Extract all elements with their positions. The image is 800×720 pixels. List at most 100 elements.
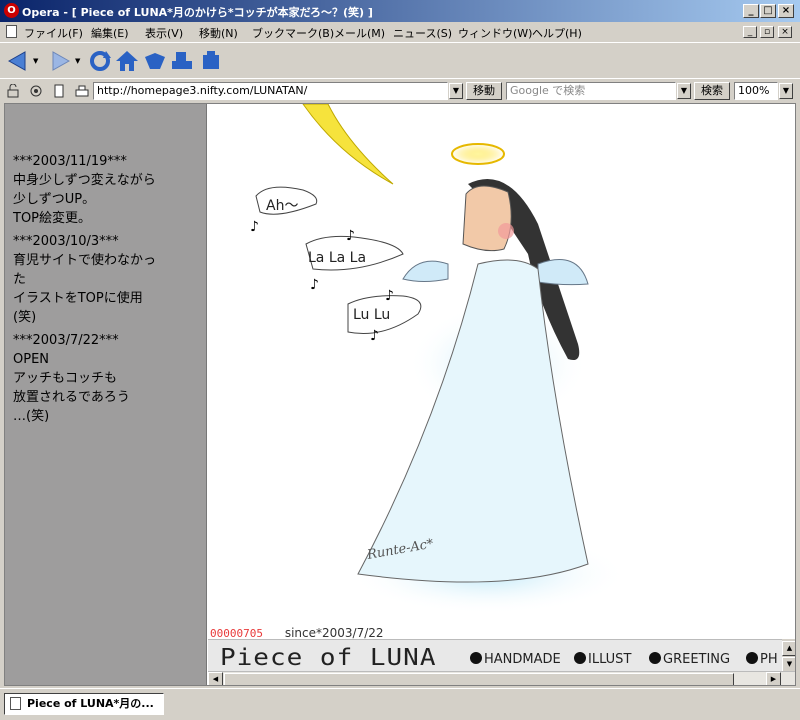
opera-icon: O	[4, 3, 19, 18]
tab-bar: Piece of LUNA*月の...	[0, 688, 800, 720]
menu-news[interactable]: ニュース(S)	[393, 25, 452, 41]
back-icon[interactable]	[6, 49, 30, 73]
news-date: ***2003/11/19***	[13, 154, 127, 169]
horizontal-scrollbar[interactable]: ◀ ▶	[208, 671, 795, 685]
printer-small-icon[interactable]	[75, 84, 89, 98]
menu-file[interactable]: ファイル(F)	[24, 25, 83, 41]
nav-label: HANDMADE	[484, 652, 561, 667]
minimize-button[interactable]: _	[743, 4, 759, 18]
title-bar: O Opera - [ Piece of LUNA*月のかけら*コッチが本家だろ…	[0, 0, 800, 22]
scroll-right-icon[interactable]: ▶	[766, 672, 781, 685]
scroll-left-icon[interactable]: ◀	[208, 672, 223, 685]
nav-illust[interactable]: ILLUST	[574, 652, 631, 667]
close-button[interactable]: ×	[778, 4, 794, 18]
site-logo: Piece of LUNA	[220, 644, 437, 672]
cheek-shape	[498, 223, 514, 239]
address-dropdown-icon[interactable]: ▼	[449, 83, 463, 99]
news-line: イラストをTOPに使用	[13, 291, 143, 306]
bullet-icon	[746, 652, 758, 664]
page-viewport: ***2003/11/19*** 中身少しずつ変えながら 少しずつUP。 TOP…	[4, 103, 796, 686]
news-list: ***2003/11/19*** 中身少しずつ変えながら 少しずつUP。 TOP…	[13, 148, 203, 426]
print-icon[interactable]	[170, 49, 194, 73]
nav-label: GREETING	[663, 652, 731, 667]
mdi-restore-button[interactable]: ▫	[760, 26, 774, 38]
maximize-button[interactable]: □	[760, 4, 776, 18]
right-wing	[537, 259, 589, 286]
search-engine-dropdown-icon[interactable]: ▼	[677, 83, 691, 99]
footer-navigation: Piece of LUNA HANDMADE ILLUST GREETING P…	[208, 639, 782, 673]
edit-icon[interactable]	[199, 49, 223, 73]
angel-illustration: Ah～ La La La Lu Lu ♪ ♪ ♪ ♪ ♪ Runte-Ac*	[250, 104, 628, 614]
nav-greeting[interactable]: GREETING	[649, 652, 730, 667]
music-note-icon: ♪	[310, 277, 319, 293]
news-line: アッチもコッチも	[13, 371, 118, 386]
since-date: since*2003/7/22	[284, 626, 384, 640]
news-date: ***2003/10/3***	[13, 234, 119, 249]
reload-icon[interactable]	[88, 49, 112, 73]
mdi-close-button[interactable]: ×	[778, 26, 792, 38]
mdi-minimize-button[interactable]: _	[743, 26, 757, 38]
news-line: 放置されるであろう	[13, 390, 130, 405]
new-page-icon[interactable]	[52, 84, 66, 98]
zoom-dropdown-icon[interactable]: ▼	[779, 83, 793, 99]
bullet-icon	[574, 652, 586, 664]
news-line: …(笑)	[13, 409, 50, 424]
music-note-icon: ♪	[370, 328, 379, 344]
go-button[interactable]: 移動	[466, 82, 502, 100]
nav-label: ILLUST	[588, 652, 632, 667]
news-line: OPEN	[13, 352, 50, 367]
main-frame: Ah～ La La La Lu Lu ♪ ♪ ♪ ♪ ♪ Runte-Ac* 0…	[208, 104, 795, 685]
address-input[interactable]: http://homepage3.nifty.com/LUNATAN/	[93, 82, 448, 100]
sidebar-frame: ***2003/11/19*** 中身少しずつ変えながら 少しずつUP。 TOP…	[5, 104, 207, 685]
search-input[interactable]: Google で検索	[506, 82, 676, 100]
menu-window[interactable]: ウィンドウ(W)	[458, 25, 532, 41]
news-line: 少しずつUP。	[13, 192, 96, 207]
news-line: 中身少しずつ変えながら	[13, 173, 156, 188]
document-icon	[10, 697, 21, 710]
menu-view[interactable]: 表示(V)	[145, 25, 183, 41]
halo-shape	[451, 143, 505, 165]
bubble-1-text: Ah～	[266, 198, 298, 214]
menu-bookmarks[interactable]: ブックマーク(B)	[252, 25, 334, 41]
scroll-thumb[interactable]	[224, 673, 734, 685]
menu-mail[interactable]: メール(M)	[334, 25, 385, 41]
scroll-down-icon[interactable]: ▼	[782, 657, 795, 672]
music-note-icon: ♪	[385, 288, 394, 304]
forward-icon[interactable]	[48, 49, 72, 73]
menu-bar: ファイル(F) 編集(E) 表示(V) 移動(N) ブックマーク(B) メール(…	[0, 22, 800, 42]
search-button[interactable]: 検索	[694, 82, 730, 100]
zoom-field[interactable]: 100%	[734, 82, 778, 100]
document-icon	[6, 25, 17, 38]
nav-label: PH	[760, 652, 778, 667]
face-shape	[462, 185, 512, 252]
tab-label: Piece of LUNA*月の...	[27, 697, 154, 710]
bullet-icon	[470, 652, 482, 664]
home-icon[interactable]	[115, 49, 139, 73]
menu-edit[interactable]: 編集(E)	[91, 25, 129, 41]
address-toolbar: http://homepage3.nifty.com/LUNATAN/ ▼ 移動…	[0, 78, 800, 102]
counter-row: 00000705 since*2003/7/22	[210, 626, 384, 640]
news-line: た	[13, 272, 27, 287]
footer-vertical-scrollbar[interactable]: ▲ ▼	[782, 639, 795, 673]
history-icon[interactable]	[29, 84, 43, 98]
music-note-icon: ♪	[346, 228, 355, 244]
window-title: Opera - [ Piece of LUNA*月のかけら*コッチが本家だろ～？…	[22, 6, 373, 19]
music-note-icon: ♪	[250, 219, 259, 235]
security-icon[interactable]	[6, 84, 20, 98]
nav-handmade[interactable]: HANDMADE	[470, 652, 561, 667]
bookmarks-icon[interactable]	[143, 49, 167, 73]
menu-navigate[interactable]: 移動(N)	[199, 25, 238, 41]
nav-photo[interactable]: PH	[746, 652, 778, 667]
back-dropdown-icon[interactable]: ▼	[33, 57, 38, 65]
tab-piece-of-luna[interactable]: Piece of LUNA*月の...	[4, 693, 164, 715]
menu-help[interactable]: ヘルプ(H)	[532, 25, 582, 41]
navigation-toolbar: ▼ ▼	[0, 42, 800, 78]
bubble-2-text: La La La	[308, 250, 366, 266]
left-wing	[402, 260, 449, 282]
scroll-up-icon[interactable]: ▲	[782, 641, 795, 656]
bullet-icon	[649, 652, 661, 664]
forward-dropdown-icon[interactable]: ▼	[75, 57, 80, 65]
bubble-3-text: Lu Lu	[353, 307, 390, 323]
news-line: TOP絵変更。	[13, 211, 92, 226]
news-date: ***2003/7/22***	[13, 333, 119, 348]
